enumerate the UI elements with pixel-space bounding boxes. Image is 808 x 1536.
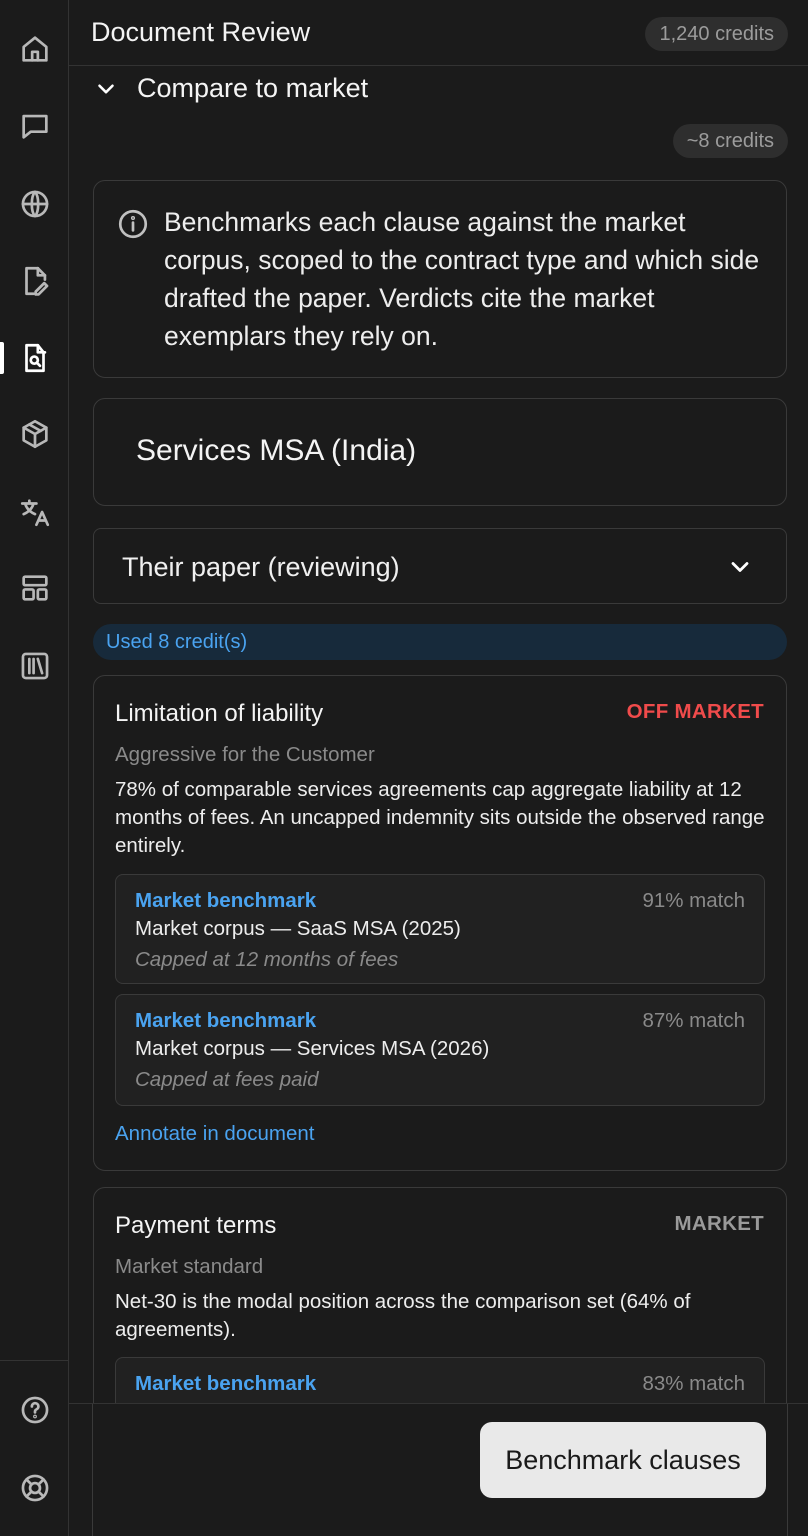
help-icon (21, 1396, 49, 1424)
left-rail (0, 0, 69, 1536)
layout-icon (22, 575, 48, 601)
lifebuoy-icon (21, 1474, 49, 1502)
home-icon (22, 36, 48, 62)
active-indicator (0, 342, 4, 374)
file-search-icon (25, 343, 47, 373)
cube-button[interactable] (14, 413, 56, 455)
rail-divider (0, 1360, 68, 1361)
document-review-button[interactable] (14, 337, 56, 379)
clause-subtitle: Aggressive for the Customer (115, 743, 375, 766)
cost-estimate-badge: ~8 credits (672, 124, 788, 158)
clause-rationale: Net-30 is the modal position across the … (115, 1290, 691, 1341)
benchmark-card[interactable]: Market benchmark 83% match (115, 1357, 765, 1403)
clause-subtitle: Market standard (115, 1255, 264, 1278)
library-button[interactable] (14, 645, 56, 687)
drafting-side-select[interactable]: Their paper (reviewing) (93, 528, 787, 604)
layout-button[interactable] (14, 567, 56, 609)
info-icon (116, 207, 150, 241)
contract-type-value: Services MSA (India) (136, 434, 417, 467)
section-title: Compare to market (137, 73, 369, 103)
benchmark-source: Market corpus — SaaS MSA (2025) (135, 917, 461, 940)
file-edit-button[interactable] (14, 260, 56, 302)
match-score: 87% match (642, 1009, 745, 1032)
clause-title: Payment terms (115, 1212, 277, 1239)
drafting-side-value: Their paper (reviewing) (122, 552, 400, 582)
support-button[interactable] (14, 1467, 56, 1509)
benchmark-clauses-button[interactable]: Benchmark clauses (480, 1422, 766, 1498)
credits-used-banner: Used 8 credit(s) (93, 624, 787, 660)
match-score: 91% match (642, 889, 745, 912)
library-icon (21, 652, 49, 680)
credits-balance-badge: 1,240 credits (645, 17, 788, 51)
benchmark-source: Market corpus — Services MSA (2026) (135, 1037, 490, 1060)
chat-button[interactable] (14, 105, 56, 147)
annotate-in-document-link[interactable]: Annotate in document (115, 1122, 314, 1146)
chat-icon (22, 114, 48, 139)
page-title: Document Review (91, 17, 311, 47)
translate-icon (20, 499, 50, 527)
verdict-badge: OFF MARKET (626, 700, 764, 723)
contract-type-field[interactable]: Services MSA (India) (93, 398, 787, 506)
benchmark-quote: Capped at fees paid (135, 1068, 319, 1091)
benchmark-card[interactable]: Market benchmark 87% match Market corpus… (115, 994, 765, 1106)
info-text: Benchmarks each clause against the marke… (164, 207, 760, 351)
globe-icon (21, 190, 49, 218)
clause-card: Limitation of liability OFF MARKET Aggre… (93, 675, 787, 1171)
benchmark-label[interactable]: Market benchmark (135, 1372, 316, 1396)
info-callout: Benchmarks each clause against the marke… (93, 180, 787, 378)
panel-header: Document Review 1,240 credits (69, 0, 808, 66)
home-button[interactable] (14, 28, 56, 70)
clause-rationale: 78% of comparable services agreements ca… (115, 778, 765, 857)
globe-button[interactable] (14, 183, 56, 225)
match-score: 83% match (642, 1372, 745, 1395)
cube-icon (22, 419, 48, 449)
benchmark-card[interactable]: Market benchmark 91% match Market corpus… (115, 874, 765, 984)
compare-section-toggle[interactable]: Compare to market (93, 73, 368, 104)
chevron-down-icon (98, 83, 114, 94)
translate-button[interactable] (14, 491, 56, 533)
clause-title: Limitation of liability (115, 700, 324, 727)
file-edit-icon (25, 266, 49, 296)
scroll-content[interactable]: Compare to market ~8 credits Benchmarks … (69, 67, 808, 1403)
help-button[interactable] (14, 1389, 56, 1431)
verdict-badge: MARKET (674, 1212, 764, 1235)
chevron-down-icon (726, 553, 754, 581)
benchmark-label[interactable]: Market benchmark (135, 889, 316, 913)
clause-card: Payment terms MARKET Market standard Net… (93, 1187, 787, 1403)
benchmark-label[interactable]: Market benchmark (135, 1009, 316, 1033)
benchmark-quote: Capped at 12 months of fees (135, 948, 399, 971)
